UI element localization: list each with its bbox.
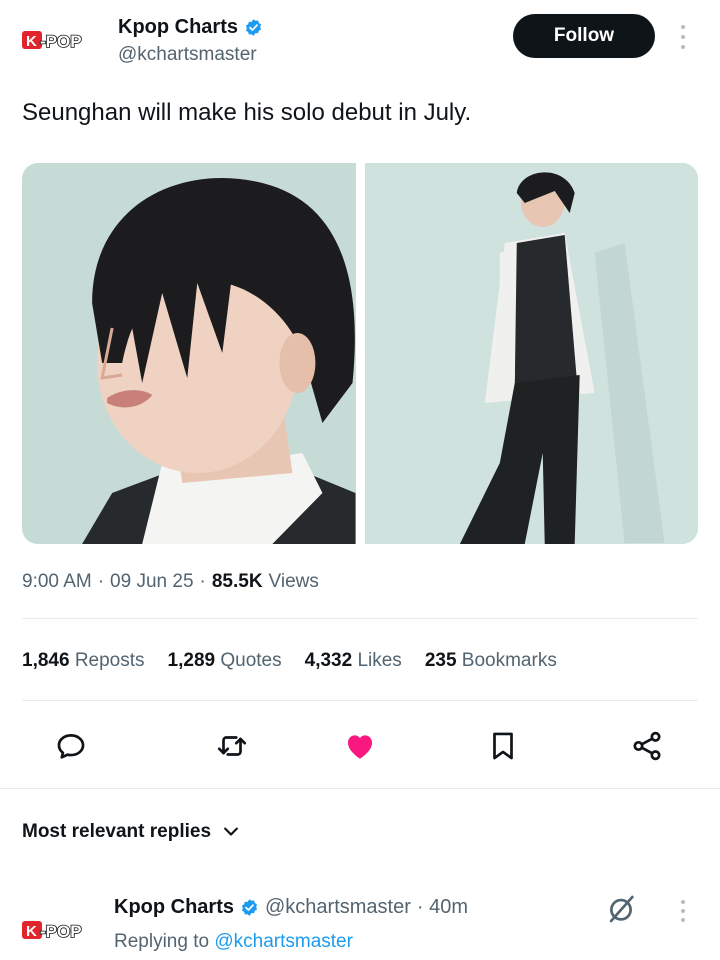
replying-to: Replying to @kchartsmaster — [114, 931, 353, 953]
engagement-stats: 1,846 Reposts 1,289 Quotes 4,332 Likes 2… — [22, 650, 557, 672]
tweet-text: Seunghan will make his solo debut in Jul… — [22, 99, 472, 126]
reply-avatar[interactable]: K -POP — [22, 918, 96, 942]
bookmark-button[interactable] — [479, 722, 527, 770]
tweet-meta: 9:00 AM · 09 Jun 25 · 85.5K Views — [22, 571, 319, 593]
tweet-date[interactable]: 09 Jun 25 — [110, 571, 193, 593]
svg-text:-POP: -POP — [40, 922, 82, 941]
reply-author-name[interactable]: Kpop Charts — [114, 896, 234, 919]
divider — [0, 788, 720, 789]
like-button[interactable] — [336, 722, 384, 770]
tweet-media[interactable] — [22, 163, 698, 544]
author-handle[interactable]: @kchartsmaster — [118, 44, 257, 66]
kpop-logo[interactable]: K -POP — [22, 28, 96, 52]
stat-quotes[interactable]: 1,289 Quotes — [168, 650, 282, 672]
reply-button[interactable] — [47, 722, 95, 770]
grok-icon — [609, 895, 634, 923]
meta-separator: · — [97, 571, 105, 592]
share-button[interactable] — [623, 722, 671, 770]
more-options-icon[interactable] — [674, 22, 692, 52]
views-count[interactable]: 85.5K — [212, 571, 263, 593]
author-name[interactable]: Kpop Charts — [118, 16, 238, 39]
stat-likes[interactable]: 4,332 Likes — [305, 650, 402, 672]
stat-reposts[interactable]: 1,846 Reposts — [22, 650, 145, 672]
verified-badge-icon — [245, 19, 262, 36]
photo-full-body[interactable] — [364, 163, 698, 544]
reply-more-options-icon[interactable] — [674, 898, 692, 924]
reply-time: · 40m — [416, 896, 469, 918]
verified-badge-icon — [241, 899, 258, 916]
repost-icon — [217, 736, 247, 756]
bookmark-icon — [493, 732, 513, 760]
follow-button[interactable]: Follow — [513, 14, 655, 58]
grok-button[interactable] — [604, 892, 638, 926]
replies-sort-dropdown[interactable]: Most relevant replies — [22, 821, 241, 843]
meta-separator: · — [199, 571, 206, 592]
kpop-logo-icon: K -POP — [22, 921, 82, 942]
chevron-down-icon — [224, 827, 238, 836]
replying-prefix: Replying to — [114, 931, 210, 952]
repost-button[interactable] — [208, 722, 256, 770]
replies-sort-label: Most relevant replies — [22, 821, 212, 842]
replying-handle-link[interactable]: @kchartsmaster — [214, 931, 353, 952]
svg-text:K: K — [26, 923, 37, 940]
reply-author-handle[interactable]: @kchartsmaster — [265, 896, 411, 919]
svg-text:K: K — [26, 33, 37, 50]
heart-icon — [347, 735, 373, 759]
svg-text:-POP: -POP — [40, 32, 82, 51]
stat-bookmarks[interactable]: 235 Bookmarks — [425, 650, 557, 672]
author-name-row[interactable]: Kpop Charts — [118, 16, 263, 39]
portrait-image-icon — [22, 163, 356, 544]
reply-header: Kpop Charts @kchartsmaster · 40m — [114, 896, 468, 919]
share-icon — [633, 731, 661, 761]
photo-portrait-closeup[interactable] — [22, 163, 356, 544]
divider — [22, 700, 698, 701]
views-label: Views — [268, 571, 319, 592]
full-body-image-icon — [364, 163, 698, 544]
action-bar — [22, 722, 698, 770]
kpop-logo-icon: K -POP — [22, 31, 82, 52]
reply-icon — [57, 734, 85, 759]
divider — [22, 618, 698, 619]
tweet-time[interactable]: 9:00 AM — [22, 571, 92, 593]
